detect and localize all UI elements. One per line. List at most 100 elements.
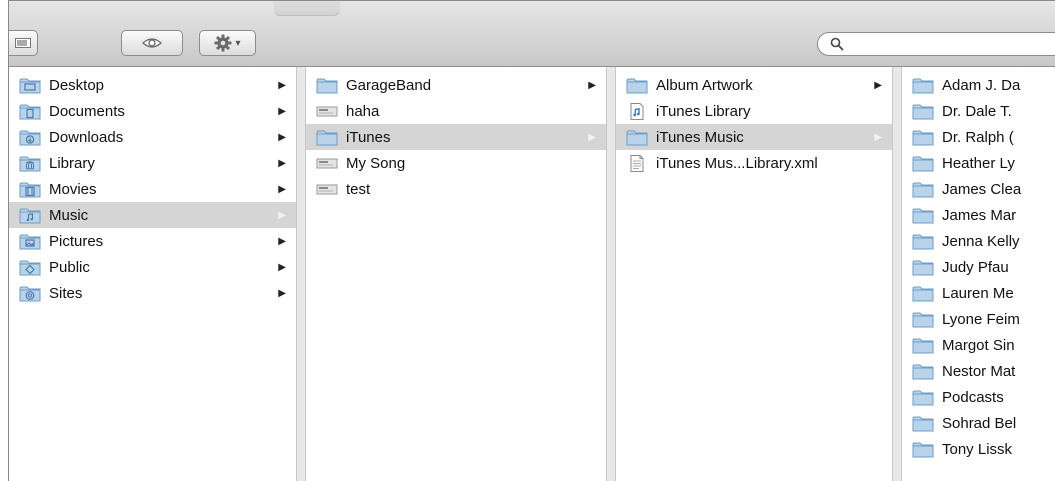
item-label: Sohrad Bel <box>942 414 1017 432</box>
list-item[interactable]: Nestor Mat <box>902 358 1055 384</box>
item-label: Library <box>49 154 95 172</box>
list-item[interactable]: Library ▶ <box>9 150 296 176</box>
list-item[interactable]: My Song <box>306 150 606 176</box>
quick-look-button[interactable] <box>121 30 183 56</box>
sites-folder-icon <box>19 284 41 302</box>
item-label: Nestor Mat <box>942 362 1016 380</box>
disclosure-arrow-icon: ▶ <box>278 183 286 195</box>
folder-icon <box>912 388 934 406</box>
item-label: James Clea <box>942 180 1022 198</box>
list-item[interactable]: Sites ▶ <box>9 280 296 306</box>
item-label: Dr. Dale T. <box>942 102 1012 120</box>
item-label: Pictures <box>49 232 104 250</box>
folder-icon <box>912 180 934 198</box>
folder-icon <box>912 310 934 328</box>
item-label: Judy Pfau <box>942 258 1009 276</box>
selected-list-item[interactable]: iTunes ▶ <box>306 124 606 150</box>
item-label: iTunes Library <box>656 102 751 120</box>
folder-icon <box>912 440 934 458</box>
list-item[interactable]: iTunes Library <box>616 98 892 124</box>
list-item[interactable]: Lyone Feim <box>902 306 1055 332</box>
list-item[interactable]: Dr. Ralph ( <box>902 124 1055 150</box>
folder-icon <box>912 128 934 146</box>
list-item[interactable]: Dr. Dale T. <box>902 98 1055 124</box>
disclosure-arrow-icon: ▶ <box>278 79 286 91</box>
list-item[interactable]: Heather Ly <box>902 150 1055 176</box>
action-menu-button[interactable]: ▾ <box>199 30 256 56</box>
list-item[interactable]: test <box>306 176 606 202</box>
documents-folder-icon <box>19 102 41 120</box>
list-item[interactable]: haha <box>306 98 606 124</box>
list-item[interactable]: Album Artwork ▶ <box>616 72 892 98</box>
music-file-icon <box>626 102 648 120</box>
column-divider[interactable] <box>892 67 902 481</box>
item-label: My Song <box>346 154 406 172</box>
disclosure-arrow-icon: ▶ <box>874 131 882 143</box>
list-item[interactable]: James Clea <box>902 176 1055 202</box>
item-label: Documents <box>49 102 125 120</box>
selected-list-item[interactable]: iTunes Music ▶ <box>616 124 892 150</box>
list-item[interactable]: Sohrad Bel <box>902 410 1055 436</box>
search-field[interactable] <box>817 32 1055 56</box>
disclosure-arrow-icon: ▶ <box>278 261 286 273</box>
folder-icon <box>626 128 648 146</box>
list-item[interactable]: Jenna Kelly <box>902 228 1055 254</box>
movies-folder-icon <box>19 180 41 198</box>
list-item[interactable]: Adam J. Da <box>902 72 1055 98</box>
list-item[interactable]: Podcasts <box>902 384 1055 410</box>
item-label: Margot Sin <box>942 336 1015 354</box>
folder-icon <box>626 76 648 94</box>
disclosure-arrow-icon: ▶ <box>588 79 596 91</box>
item-label: Public <box>49 258 90 276</box>
list-item[interactable]: James Mar <box>902 202 1055 228</box>
library-folder-icon <box>19 154 41 172</box>
desktop-folder-icon <box>19 76 41 94</box>
folder-icon <box>912 102 934 120</box>
item-label: iTunes <box>346 128 391 146</box>
finder-window: ▾ Desktop ▶ Documents ▶ Downloads ▶ Library ▶ Mo… <box>8 0 1055 481</box>
item-label: James Mar <box>942 206 1017 224</box>
column-view-button[interactable] <box>9 30 38 56</box>
list-item[interactable]: GarageBand ▶ <box>306 72 606 98</box>
list-item[interactable]: Desktop ▶ <box>9 72 296 98</box>
pictures-folder-icon <box>19 232 41 250</box>
list-item[interactable]: Movies ▶ <box>9 176 296 202</box>
disclosure-arrow-icon: ▶ <box>278 235 286 247</box>
disclosure-arrow-icon: ▶ <box>278 105 286 117</box>
item-label: Lyone Feim <box>942 310 1020 328</box>
item-label: Heather Ly <box>942 154 1015 172</box>
column-itunes-music[interactable]: Adam J. Da Dr. Dale T. Dr. Ralph ( Heather … <box>902 67 1055 481</box>
list-item[interactable]: Judy Pfau <box>902 254 1055 280</box>
disclosure-arrow-icon: ▶ <box>278 157 286 169</box>
folder-icon <box>912 76 934 94</box>
disclosure-arrow-icon: ▶ <box>278 131 286 143</box>
column-music[interactable]: GarageBand ▶ haha iTunes ▶ My Song test <box>306 67 606 481</box>
document-icon <box>626 154 648 172</box>
chevron-down-icon: ▾ <box>235 37 241 49</box>
column-home[interactable]: Desktop ▶ Documents ▶ Downloads ▶ Library ▶ Movi… <box>9 67 296 481</box>
folder-icon <box>316 128 338 146</box>
item-label: iTunes Mus...Library.xml <box>656 154 818 172</box>
folder-icon <box>912 284 934 302</box>
item-label: Movies <box>49 180 97 198</box>
column-itunes[interactable]: Album Artwork ▶ iTunes Library iTunes Music… <box>616 67 892 481</box>
folder-icon <box>912 362 934 380</box>
list-item[interactable]: Documents ▶ <box>9 98 296 124</box>
public-folder-icon <box>19 258 41 276</box>
list-item[interactable]: Margot Sin <box>902 332 1055 358</box>
list-item[interactable]: iTunes Mus...Library.xml <box>616 150 892 176</box>
list-item[interactable]: Lauren Me <box>902 280 1055 306</box>
search-input[interactable] <box>850 35 1054 53</box>
list-item[interactable]: Downloads ▶ <box>9 124 296 150</box>
column-divider[interactable] <box>606 67 616 481</box>
item-label: Jenna Kelly <box>942 232 1020 250</box>
column-divider[interactable] <box>296 67 306 481</box>
list-item[interactable]: Tony Lissk <box>902 436 1055 462</box>
list-item[interactable]: Public ▶ <box>9 254 296 280</box>
list-item[interactable]: Pictures ▶ <box>9 228 296 254</box>
item-label: Music <box>49 206 89 224</box>
file-icon <box>316 154 338 172</box>
folder-icon <box>912 154 934 172</box>
gear-icon <box>214 34 232 52</box>
selected-list-item[interactable]: Music ▶ <box>9 202 296 228</box>
